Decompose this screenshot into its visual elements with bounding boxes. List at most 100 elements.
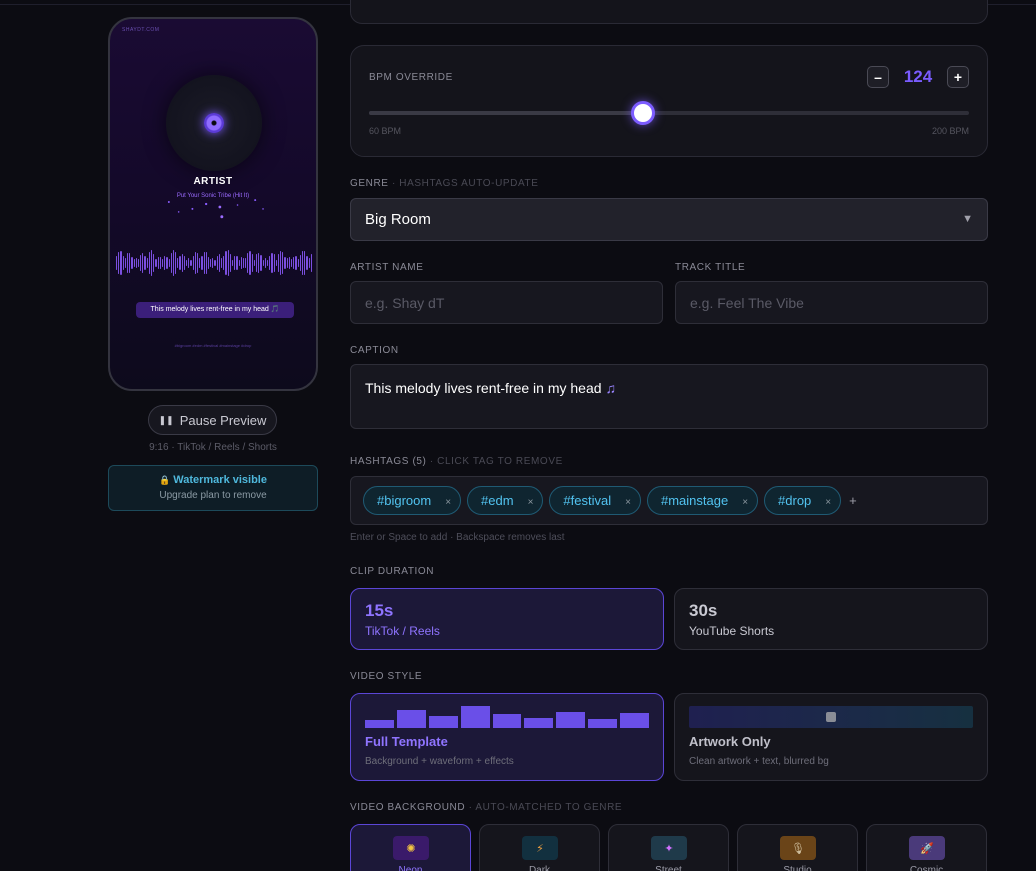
background-option-studio[interactable]: 🎙 Studio bbox=[737, 824, 858, 871]
waveform-bar bbox=[183, 255, 185, 271]
remove-tag-icon[interactable]: × bbox=[528, 497, 534, 508]
bpm-stepper: – 124 + bbox=[867, 66, 969, 88]
bpm-min-label: 60 BPM bbox=[369, 126, 402, 136]
style-name: Full Template bbox=[365, 734, 448, 749]
remove-tag-icon[interactable]: × bbox=[742, 497, 748, 508]
hashtag-chip[interactable]: #drop × bbox=[764, 486, 842, 515]
track-title-input[interactable] bbox=[675, 281, 988, 324]
waveform-bar bbox=[168, 258, 170, 268]
remove-tag-icon[interactable]: × bbox=[445, 497, 451, 508]
waveform-bar bbox=[177, 258, 179, 268]
hashtags-hint: · CLICK TAG TO REMOVE bbox=[429, 456, 563, 467]
waveform-bar bbox=[218, 254, 220, 272]
background-option-label: Neon bbox=[398, 865, 423, 871]
waveform-bar bbox=[137, 259, 140, 267]
caption-label: CAPTION bbox=[350, 345, 399, 356]
duration-option-30s[interactable]: 30s YouTube Shorts bbox=[674, 588, 988, 650]
waveform-bar bbox=[308, 257, 310, 269]
style-option-full-template[interactable]: Full Template Background + waveform + ef… bbox=[350, 693, 664, 781]
hashtags-input[interactable]: #bigroom × #edm × #festival × #mainstage × #… bbox=[350, 476, 988, 525]
waveform-bar bbox=[192, 255, 194, 271]
waveform-bar bbox=[201, 255, 203, 271]
waveform-bar bbox=[166, 256, 168, 270]
waveform-bar bbox=[216, 255, 218, 271]
background-option-street[interactable]: ✦ Street bbox=[608, 824, 729, 871]
pause-preview-button[interactable]: ❚❚ Pause Preview bbox=[148, 405, 277, 435]
waveform-bar bbox=[116, 256, 118, 270]
waveform-bar bbox=[133, 259, 135, 267]
style-option-artwork-only[interactable]: Artwork Only Clean artwork + text, blurr… bbox=[674, 693, 988, 781]
waveform-bar bbox=[151, 250, 153, 276]
waveform-bar bbox=[194, 252, 196, 274]
waveform-bar bbox=[253, 259, 255, 267]
genre-label: GENRE · HASHTAGS AUTO-UPDATE bbox=[350, 178, 539, 189]
waveform-bar bbox=[131, 256, 133, 270]
street-icon: ✦ bbox=[651, 836, 687, 860]
waveform-bar bbox=[144, 255, 146, 271]
duration-option-15s[interactable]: 15s TikTok / Reels bbox=[350, 588, 664, 650]
waveform-bar bbox=[273, 254, 275, 272]
waveform-bar bbox=[293, 256, 295, 270]
waveform-bar bbox=[170, 253, 172, 273]
preview-waveform bbox=[116, 249, 312, 277]
background-option-neon[interactable]: ✺ Neon bbox=[350, 824, 471, 871]
waveform-bar bbox=[280, 250, 282, 276]
waveform-bar bbox=[251, 253, 253, 273]
waveform-bar bbox=[249, 250, 251, 276]
waveform-bar bbox=[225, 251, 227, 275]
format-note: 9:16 · TikTok / Reels / Shorts bbox=[149, 442, 277, 453]
artist-name-input[interactable] bbox=[350, 281, 663, 324]
waveform-bar bbox=[212, 257, 214, 269]
preview-progress-bar bbox=[136, 389, 178, 391]
dropdown-caret-icon: ▼ bbox=[962, 213, 973, 225]
add-tag-icon[interactable]: + bbox=[849, 493, 857, 508]
bpm-slider-thumb[interactable] bbox=[631, 101, 656, 125]
genre-select[interactable]: Big Room ▼ bbox=[350, 198, 988, 241]
duration-value: 15s bbox=[365, 601, 394, 620]
waveform-bar bbox=[164, 256, 166, 270]
hashtag-chip[interactable]: #edm × bbox=[467, 486, 544, 515]
bpm-slider[interactable] bbox=[369, 101, 969, 125]
waveform-bar bbox=[118, 251, 120, 275]
waveform-bar bbox=[306, 255, 308, 271]
background-option-label: Street bbox=[655, 865, 682, 871]
waveform-bar bbox=[271, 253, 273, 273]
duration-value: 30s bbox=[689, 601, 718, 620]
background-option-dark[interactable]: ⚡ Dark bbox=[479, 824, 600, 871]
waveform-bar bbox=[120, 251, 122, 275]
background-option-cosmic[interactable]: 🚀 Cosmic bbox=[866, 824, 987, 871]
waveform-bar bbox=[196, 252, 199, 274]
waveform-bar bbox=[242, 257, 245, 269]
hashtag-chip[interactable]: #mainstage × bbox=[646, 486, 759, 515]
waveform-bar bbox=[188, 257, 190, 269]
hashtag-chip[interactable]: #festival × bbox=[549, 486, 641, 515]
track-title-label: TRACK TITLE bbox=[675, 262, 746, 273]
waveform-bar bbox=[269, 256, 271, 270]
duration-platform: TikTok / Reels bbox=[365, 624, 440, 638]
preview-caption: This melody lives rent-free in my head 🎵 bbox=[136, 302, 294, 318]
style-name: Artwork Only bbox=[689, 734, 771, 749]
waveform-bar bbox=[238, 259, 240, 267]
pause-icon: ❚❚ bbox=[158, 414, 174, 425]
waveform-bar bbox=[262, 259, 264, 267]
waveform-bar bbox=[140, 254, 142, 272]
waveform-style-icon bbox=[365, 706, 650, 728]
caption-textarea[interactable]: This melody lives rent-free in my head ♫ bbox=[350, 364, 988, 429]
watermark-notice[interactable]: 🔒 Watermark visible Upgrade plan to remov… bbox=[108, 465, 318, 511]
remove-tag-icon[interactable]: × bbox=[625, 497, 631, 508]
bpm-increase-button[interactable]: + bbox=[947, 66, 969, 88]
waveform-bar bbox=[122, 255, 124, 271]
waveform-bar bbox=[199, 257, 201, 269]
remove-tag-icon[interactable]: × bbox=[825, 497, 831, 508]
waveform-bar bbox=[210, 258, 212, 268]
waveform-bar bbox=[291, 259, 293, 267]
artist-name-label: ARTIST NAME bbox=[350, 262, 424, 273]
waveform-bar bbox=[288, 256, 290, 270]
background-option-label: Cosmic bbox=[909, 865, 944, 871]
video-background-label: VIDEO BACKGROUND · AUTO-MATCHED TO GENRE bbox=[350, 802, 623, 813]
background-option-label: Dark bbox=[528, 865, 551, 871]
waveform-bar bbox=[236, 256, 238, 270]
waveform-bar bbox=[258, 252, 260, 274]
bpm-decrease-button[interactable]: – bbox=[867, 66, 889, 88]
hashtag-chip[interactable]: #bigroom × bbox=[363, 486, 462, 515]
